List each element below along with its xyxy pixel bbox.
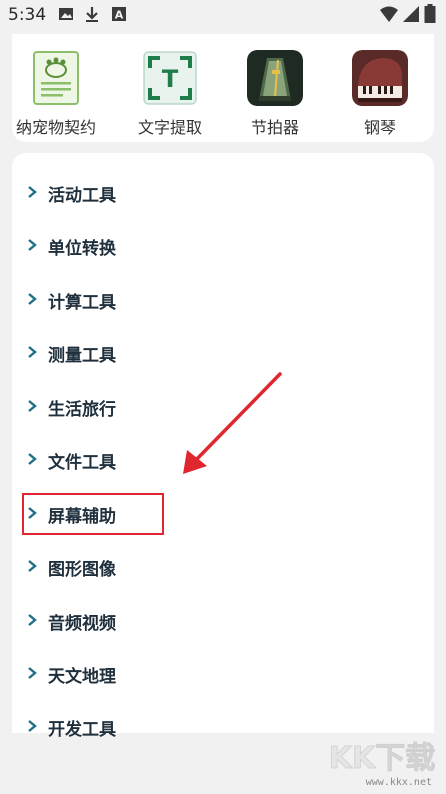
svg-text:KK下载: KK下载 bbox=[329, 741, 436, 776]
watermark-url: www.kkx.net bbox=[365, 777, 432, 788]
annotation-arrow bbox=[183, 372, 282, 474]
